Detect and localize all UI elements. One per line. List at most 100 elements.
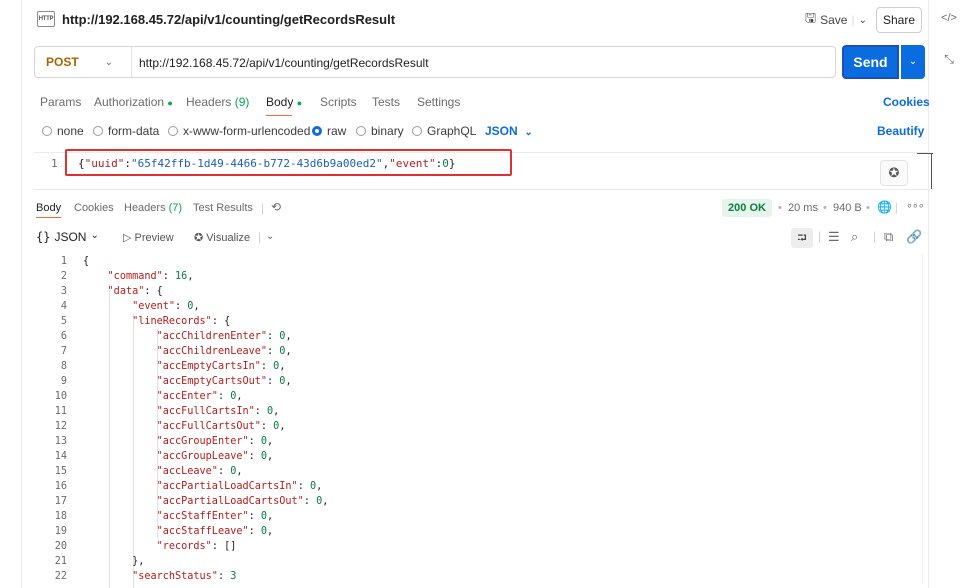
line-number: 18 <box>54 511 67 522</box>
radio-graphql[interactable]: GraphQL <box>412 124 476 138</box>
code-line: 6 "accChildrenEnter": 0, <box>34 329 292 344</box>
history-icon[interactable]: ⟲ <box>271 200 281 214</box>
code-text: { <box>83 256 90 267</box>
request-title[interactable]: http://192.168.45.72/api/v1/counting/get… <box>62 12 395 27</box>
share-button[interactable]: Share <box>876 7 922 33</box>
expand-icon[interactable]: ⤡ <box>929 52 968 67</box>
code-text: "data": { <box>107 286 163 297</box>
code-text: "accPartialLoadCartsOut": 0, <box>156 496 329 507</box>
magic-wand-icon[interactable]: ✪ <box>880 160 908 186</box>
tab-body[interactable]: Body ● <box>266 95 302 109</box>
response-format-label: JSON <box>54 230 87 244</box>
tab-headers[interactable]: Headers (9) <box>186 95 249 109</box>
more-icon[interactable]: ∘∘∘ <box>906 199 925 212</box>
radio-binary[interactable]: binary <box>356 124 404 138</box>
code-text: "accEnter": 0, <box>156 391 243 402</box>
tab-test-results[interactable]: Test Results <box>193 202 253 214</box>
code-line: 18 "accStaffEnter": 0, <box>34 509 273 524</box>
code-icon[interactable]: </> <box>929 12 968 24</box>
radio-none[interactable]: none <box>42 124 84 138</box>
code-line: 13 "accGroupEnter": 0, <box>34 434 273 449</box>
tab-params[interactable]: Params <box>40 95 81 109</box>
radio-form-data[interactable]: form-data <box>93 124 159 138</box>
code-text: "records": [] <box>156 541 237 552</box>
tab-settings[interactable]: Settings <box>417 95 460 109</box>
divider: | <box>873 229 877 243</box>
line-number: 10 <box>54 391 67 402</box>
tab-scripts[interactable]: Scripts <box>320 95 357 109</box>
line-number: 3 <box>60 286 67 297</box>
radio-urlencoded-label: x-www-form-urlencoded <box>183 124 311 138</box>
line-number: 8 <box>60 361 67 372</box>
url-bar: POST ⌄ http://192.168.45.72/api/v1/count… <box>34 46 836 78</box>
code-line: 1{ <box>34 254 89 269</box>
response-scrollbar[interactable] <box>922 254 923 584</box>
status-badge[interactable]: 200 OK <box>722 199 772 217</box>
language-select[interactable]: JSON ⌄ <box>485 124 533 138</box>
line-number: 14 <box>54 451 67 462</box>
line-number: 1 <box>60 256 67 267</box>
code-text: "accLeave": 0, <box>156 466 243 477</box>
separator-dot: • <box>866 202 870 214</box>
tab-response-headers[interactable]: Headers (7) <box>124 202 182 214</box>
response-body-code[interactable]: 1{2 "command": 16, 3 "data": {4 "event": … <box>34 254 924 588</box>
globe-icon[interactable]: 🌐 <box>877 200 892 214</box>
editor-scrollbar[interactable] <box>931 153 932 189</box>
line-number: 4 <box>60 301 67 312</box>
line-number: 19 <box>54 526 67 537</box>
code-line: 4 "event": 0, <box>34 299 200 314</box>
url-input[interactable]: http://192.168.45.72/api/v1/counting/get… <box>139 56 429 70</box>
highlight-box <box>65 149 512 176</box>
line-number: 12 <box>54 421 67 432</box>
save-button[interactable]: 🖫 Save | ⌄ <box>801 8 868 32</box>
filter-icon[interactable]: ☰ <box>828 229 840 245</box>
tab-tests[interactable]: Tests <box>372 95 400 109</box>
send-button[interactable]: Send <box>842 45 899 79</box>
tab-authorization[interactable]: Authorization ● <box>94 95 173 109</box>
left-gutter <box>0 0 22 588</box>
chevron-down-icon[interactable]: ⌄ <box>859 15 867 26</box>
code-line: 11 "accFullCartsIn": 0, <box>34 404 280 419</box>
tab-response-cookies[interactable]: Cookies <box>74 202 114 214</box>
line-number: 13 <box>54 436 67 447</box>
beautify-button[interactable]: Beautify <box>877 124 924 138</box>
radio-binary-label: binary <box>371 124 404 138</box>
method-label: POST <box>46 55 79 69</box>
chevron-down-icon[interactable]: ⌄ <box>266 231 274 242</box>
code-text: "accChildrenLeave": 0, <box>156 346 292 357</box>
link-icon[interactable]: 🔗 <box>906 229 922 245</box>
radio-raw[interactable]: raw <box>312 124 346 138</box>
visualize-button[interactable]: ✪ Visualize <box>194 231 250 244</box>
code-line: 22 "searchStatus": 3 <box>34 569 237 584</box>
response-time[interactable]: 20 ms <box>788 202 818 214</box>
code-text: "searchStatus": 3 <box>132 571 237 582</box>
code-line: 17 "accPartialLoadCartsOut": 0, <box>34 494 329 509</box>
code-line: 8 "accEmptyCartsIn": 0, <box>34 359 286 374</box>
response-headers-count: (7) <box>168 202 183 214</box>
code-line: 10 "accEnter": 0, <box>34 389 243 404</box>
cookies-link[interactable]: Cookies <box>883 95 930 109</box>
method-select[interactable]: POST ⌄ <box>35 47 132 77</box>
preview-button[interactable]: ▷ Preview <box>123 231 174 244</box>
search-icon[interactable]: ⌕ <box>851 229 858 245</box>
line-number: 6 <box>60 331 67 342</box>
line-number: 7 <box>60 346 67 357</box>
code-line: 5 "lineRecords": { <box>34 314 230 329</box>
response-format-select[interactable]: {} JSON ⌄ <box>36 230 99 244</box>
code-line: 16 "accPartialLoadCartsIn": 0, <box>34 479 323 494</box>
json-braces-icon: {} <box>36 230 51 244</box>
wrap-icon[interactable]: ⮒ <box>791 228 813 248</box>
radio-graphql-label: GraphQL <box>427 124 477 138</box>
response-size[interactable]: 940 B <box>833 202 862 214</box>
divider: | <box>851 13 855 27</box>
tab-response-body[interactable]: Body <box>36 202 61 214</box>
copy-icon[interactable]: ⧉ <box>884 229 893 245</box>
send-options-chevron-icon[interactable]: ⌄ <box>901 45 925 79</box>
radio-urlencoded[interactable]: x-www-form-urlencoded <box>168 124 310 138</box>
code-text: "lineRecords": { <box>132 316 231 327</box>
code-text: "accEmptyCartsOut": 0, <box>156 376 292 387</box>
code-text: "accFullCartsOut": 0, <box>156 421 286 432</box>
code-line: 21 }, <box>34 554 145 569</box>
code-line: 19 "accStaffLeave": 0, <box>34 524 273 539</box>
line-number: 1 <box>51 157 58 170</box>
